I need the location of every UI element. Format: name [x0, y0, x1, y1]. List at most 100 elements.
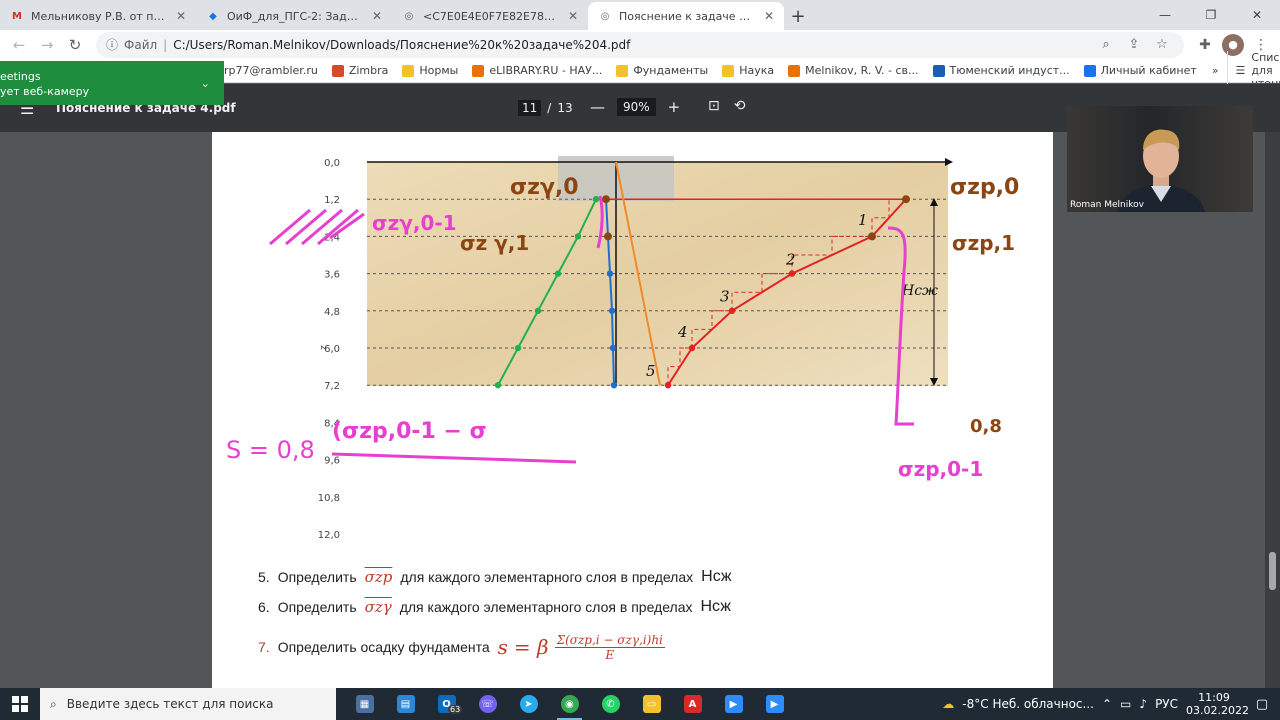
bookmarks-overflow-button[interactable]: » [1204, 64, 1227, 77]
folder-icon: ▭ [642, 695, 661, 713]
chrome-app-icon[interactable]: ◉ [549, 688, 590, 720]
viber-app-icon[interactable]: ☏ [467, 688, 508, 720]
page-number-input[interactable]: 11 [518, 100, 542, 116]
unread-badge: 63 [448, 705, 463, 714]
close-tab-icon[interactable]: ✕ [762, 9, 776, 23]
minimize-icon[interactable]: — [1142, 0, 1188, 30]
layer-number: 5 [646, 362, 656, 380]
sigma-zg-green-point [514, 344, 522, 352]
chevron-down-icon[interactable]: ⌄ [201, 77, 210, 90]
depth-tick-label: 3,6 [324, 270, 340, 281]
taskbar-search[interactable]: ⌕ Введите здесь текст для поиска [40, 688, 336, 720]
bookmark-item[interactable]: eLIBRARY.RU - НАУ... [465, 64, 609, 77]
back-arrow-icon[interactable]: ← [6, 32, 32, 58]
sigma-zg-green-point [534, 307, 542, 314]
tray-chevron-icon[interactable]: ⌃ [1102, 697, 1112, 711]
maximize-icon[interactable]: ❐ [1188, 0, 1234, 30]
bookmark-item[interactable]: Фундаменты [609, 64, 715, 77]
bookmark-item[interactable]: Melnikov, R. V. - св... [781, 64, 925, 77]
bookmark-favicon-icon [722, 64, 735, 77]
zoom2-app-icon[interactable]: ▶ [754, 688, 795, 720]
url-text[interactable]: C:/Users/Roman.Melnikov/Downloads/Поясне… [173, 38, 1088, 52]
whatsapp-app-icon[interactable]: ✆ [590, 688, 631, 720]
windows-taskbar: ⌕ Введите здесь текст для поиска ▦ ▤ O 63… [0, 688, 1280, 720]
formula-numerator: Σ(σzp,i − σzγ,i)hi [554, 632, 665, 648]
whatsapp-icon: ✆ [601, 695, 620, 713]
task-h: Hсж [701, 568, 732, 585]
telegram-app-icon[interactable]: ➤ [508, 688, 549, 720]
total-pages: 13 [557, 101, 573, 115]
windows-start-icon[interactable] [0, 688, 40, 720]
sigma-zg-blue-point [608, 307, 616, 314]
acrobat-icon: A [683, 695, 702, 713]
close-tab-icon[interactable]: ✕ [174, 9, 188, 23]
hw-formula-s: S = 0,8 [226, 436, 315, 464]
address-bar[interactable]: ⓘ Файл | C:/Users/Roman.Melnikov/Downloa… [96, 31, 1184, 58]
tab-pdf[interactable]: ◎ Пояснение к задаче 4.pdf ✕ [588, 2, 784, 30]
notifications-icon[interactable]: ▢ [1250, 697, 1274, 712]
new-tab-button[interactable]: + [784, 2, 812, 30]
task-number: 5. [258, 569, 270, 585]
page-separator: / [547, 101, 552, 115]
bookmark-label: Тюменский индуст... [949, 64, 1070, 77]
bookmark-label: Melnikov, R. V. - св... [805, 64, 919, 77]
clock[interactable]: 11:09 03.02.2022 [1186, 691, 1249, 717]
sigma-zp-point [788, 270, 796, 277]
search-icon: ⌕ [50, 696, 57, 711]
pdf-page: 0,01,22,43,64,86,07,28,49,610,812,0 z 12… [212, 132, 1053, 688]
zoom-level-input[interactable]: 90% [617, 98, 656, 116]
zoom-app-icon[interactable]: ▶ [713, 688, 754, 720]
acrobat-app-icon[interactable]: A [672, 688, 713, 720]
bookmark-label: Фундаменты [633, 64, 709, 77]
fit-page-icon[interactable]: ⊡ [708, 98, 720, 114]
hw-szp01: σzp,0-1 [898, 457, 983, 481]
bookmark-item[interactable]: Нормы [395, 64, 465, 77]
close-tab-icon[interactable]: ✕ [566, 9, 580, 23]
pdf-scrollbar[interactable] [1265, 132, 1280, 688]
bookmark-label: Наука [739, 64, 775, 77]
close-window-icon[interactable]: ✕ [1234, 0, 1280, 30]
zoom-in-icon[interactable]: + [668, 98, 681, 116]
bookmark-item[interactable]: Тюменский индуст... [926, 64, 1077, 77]
meeting-notification[interactable]: eetings ует веб-камеру ⌄ [0, 61, 224, 105]
hw-szg0: σzγ,0 [510, 175, 579, 200]
sigma-zg-blue-point [609, 344, 617, 352]
calendar-app-icon[interactable]: ▤ [385, 688, 426, 720]
chrome-icon: ◉ [560, 695, 579, 713]
bookmark-item[interactable]: Zimbra [325, 64, 396, 77]
rotate-icon[interactable]: ⟲ [734, 98, 746, 114]
network-icon[interactable]: ▭ [1120, 697, 1131, 711]
volume-icon[interactable]: ♪ [1139, 697, 1147, 711]
depth-tick-label: 9,6 [324, 456, 340, 467]
tab-title: <C7E0E4E0F7E82E786C7378> [423, 9, 559, 23]
zoom-icon[interactable]: ⌕ [1094, 37, 1118, 52]
url-scheme: Файл [124, 37, 158, 52]
extensions-icon[interactable]: ✚ [1192, 32, 1218, 58]
zoom-out-icon[interactable]: — [590, 98, 605, 116]
explorer-app-icon[interactable]: ▭ [631, 688, 672, 720]
url-separator: | [163, 37, 168, 52]
outlook-app-icon[interactable]: O 63 [426, 688, 467, 720]
calculator-app-icon[interactable]: ▦ [344, 688, 385, 720]
tab-moodle[interactable]: ◆ ОиФ_для_ПГС-2: Задача 4. Расч ✕ [196, 2, 392, 30]
bookmark-item[interactable]: Личный кабинет [1077, 64, 1204, 77]
task-text: для каждого элементарного слоя в предела… [400, 569, 694, 585]
formula-fraction: Σ(σzp,i − σzγ,i)hi E [554, 632, 665, 662]
language-indicator[interactable]: РУС [1155, 697, 1178, 711]
tab-encoded[interactable]: ◎ <C7E0E4E0F7E82E786C7378> ✕ [392, 2, 588, 30]
formula-s: s [497, 635, 508, 659]
bookmark-item[interactable]: Наука [715, 64, 781, 77]
calendar-icon: ▤ [396, 695, 415, 713]
weather-icon[interactable]: ☁ [942, 697, 954, 711]
close-tab-icon[interactable]: ✕ [370, 9, 384, 23]
info-icon[interactable]: ⓘ [106, 36, 118, 53]
scrollbar-thumb[interactable] [1269, 552, 1276, 590]
bookmark-star-icon[interactable]: ☆ [1150, 37, 1174, 52]
share-icon[interactable]: ⇪ [1122, 37, 1146, 52]
hatch-marks [269, 208, 365, 246]
tab-gmail[interactable]: M Мельникову Р.В. от представит ✕ [0, 2, 196, 30]
weather-text[interactable]: -8°C Неб. облачнос... [962, 697, 1094, 711]
reload-icon[interactable]: ↻ [62, 32, 88, 58]
depth-tick-label: 12,0 [318, 530, 340, 541]
forward-arrow-icon[interactable]: → [34, 32, 60, 58]
